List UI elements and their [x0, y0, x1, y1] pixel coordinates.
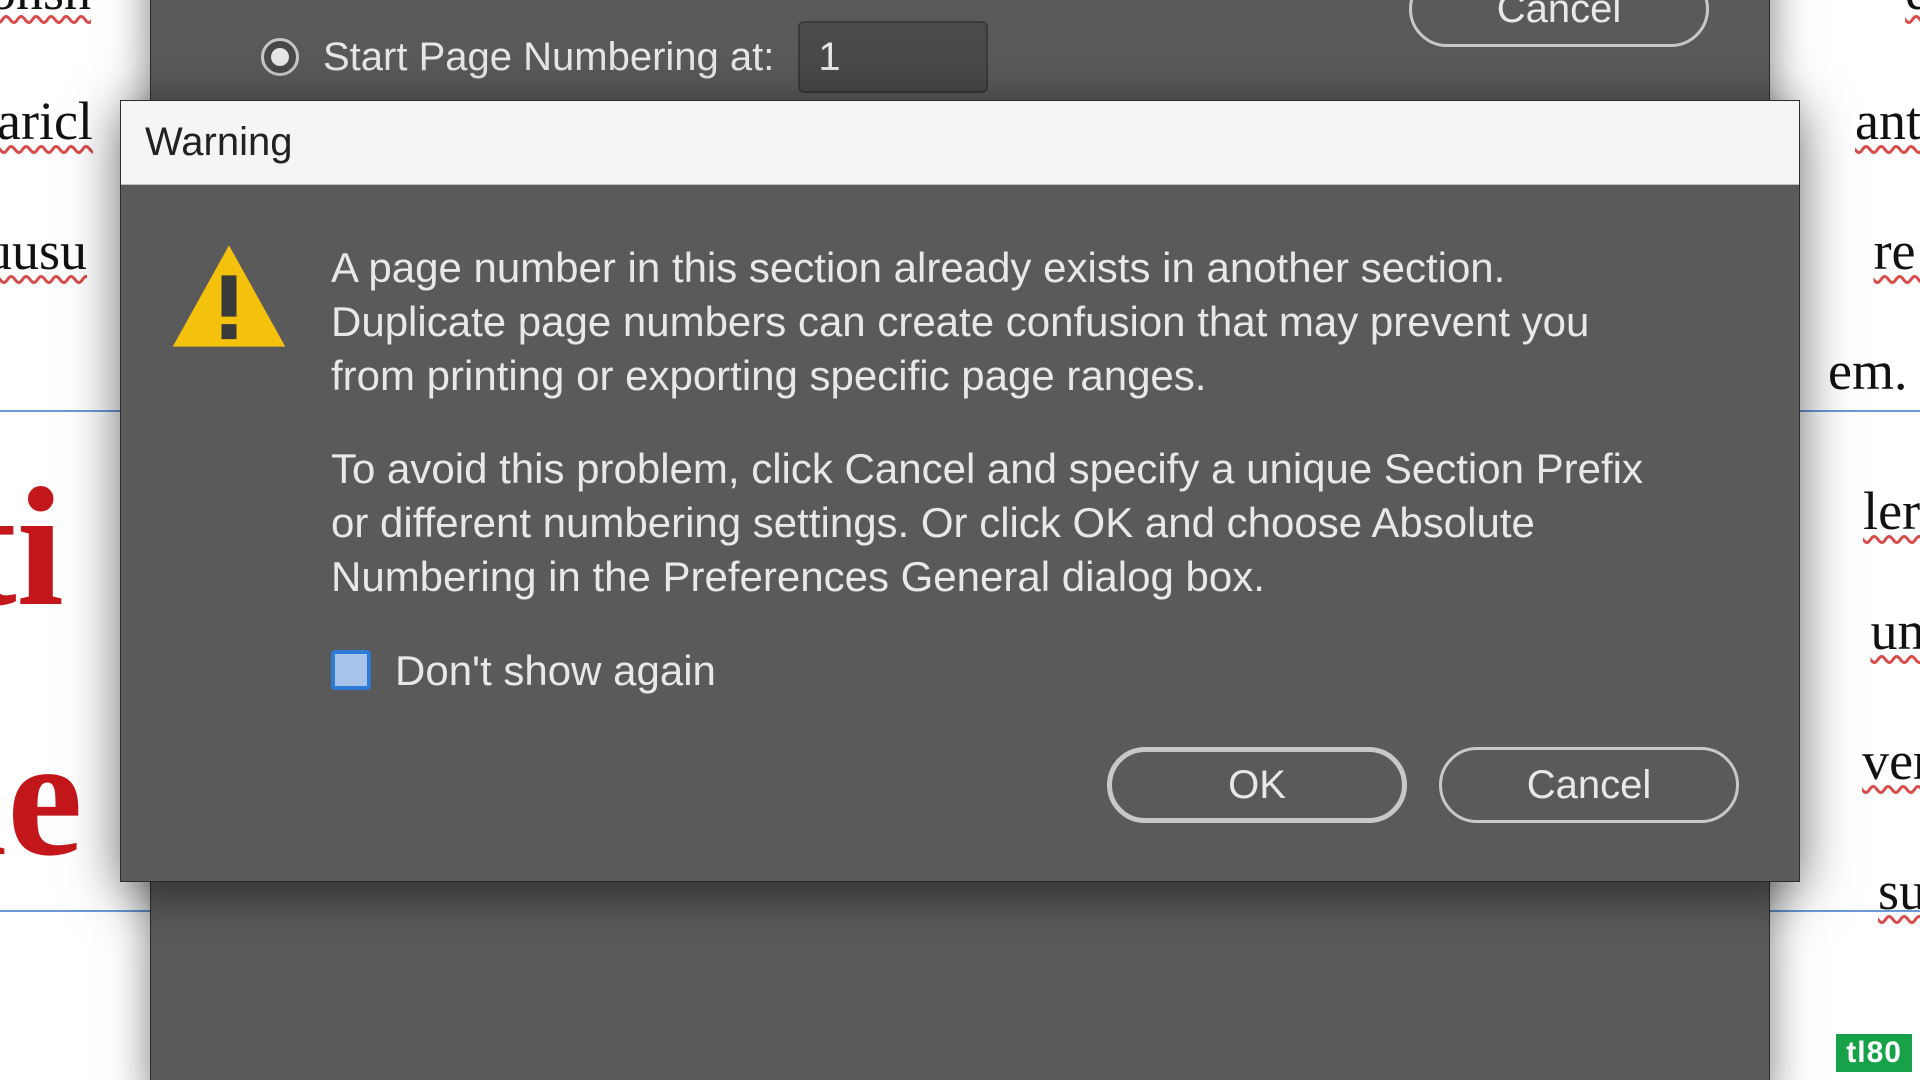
- bg-text: lerfer: [1863, 480, 1920, 542]
- start-page-numbering-input[interactable]: 1: [798, 21, 988, 93]
- bg-text: paricl: [0, 90, 93, 152]
- bg-heading: ti: [0, 450, 64, 645]
- watermark: tl80: [1836, 1034, 1912, 1072]
- warning-message-2: To avoid this problem, click Cancel and …: [331, 442, 1651, 603]
- bg-text: d aci f: [1905, 0, 1920, 22]
- dont-show-again-checkbox[interactable]: [331, 650, 371, 690]
- bg-text: …ionsh: [0, 0, 91, 22]
- warning-message-1: A page number in this section already ex…: [331, 241, 1651, 402]
- bg-heading: le: [0, 700, 83, 895]
- start-page-numbering-label: Start Page Numbering at:: [323, 35, 774, 80]
- warning-titlebar: Warning: [121, 101, 1799, 185]
- bg-text: antie: [1855, 90, 1920, 152]
- ok-button[interactable]: OK: [1107, 747, 1407, 823]
- bg-text: em. X: [1828, 340, 1920, 402]
- bg-text: veric: [1862, 730, 1920, 792]
- dont-show-again-row[interactable]: Don't show again: [331, 644, 1651, 698]
- bg-text: re co: [1874, 220, 1920, 282]
- warning-dialog: Warning A page number in this section al…: [120, 100, 1800, 882]
- bg-text: sunu: [1878, 860, 1920, 922]
- dont-show-again-label: Don't show again: [395, 644, 716, 698]
- cancel-button[interactable]: Cancel: [1439, 747, 1739, 823]
- parent-cancel-button[interactable]: Cancel: [1409, 0, 1709, 47]
- bg-text: tuusu: [0, 220, 87, 282]
- warning-icon: [169, 241, 289, 697]
- start-page-numbering-radio[interactable]: [261, 38, 299, 76]
- bg-text: um v: [1870, 600, 1920, 662]
- warning-title: Warning: [145, 120, 292, 165]
